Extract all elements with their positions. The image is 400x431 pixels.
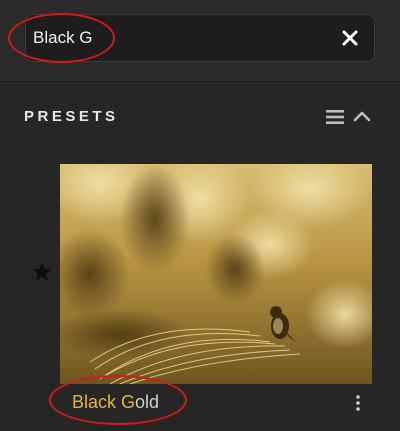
vertical-ellipsis-icon[interactable] [352,393,364,413]
close-icon[interactable] [338,26,362,50]
preset-name[interactable]: Black Gold [72,391,159,413]
preset-name-match: Black G [72,392,136,412]
search-area: Black G [0,0,400,82]
search-input-value[interactable]: Black G [33,28,93,48]
preset-name-rest: old [135,392,160,412]
preset-thumbnail[interactable] [60,164,372,384]
chevron-up-icon[interactable] [352,108,372,124]
section-title: PRESETS [24,108,119,125]
hamburger-icon[interactable] [325,109,345,125]
presets-panel: PRESETS Black Gold [0,82,400,431]
star-icon[interactable] [30,260,54,284]
search-input[interactable]: Black G [25,14,375,62]
